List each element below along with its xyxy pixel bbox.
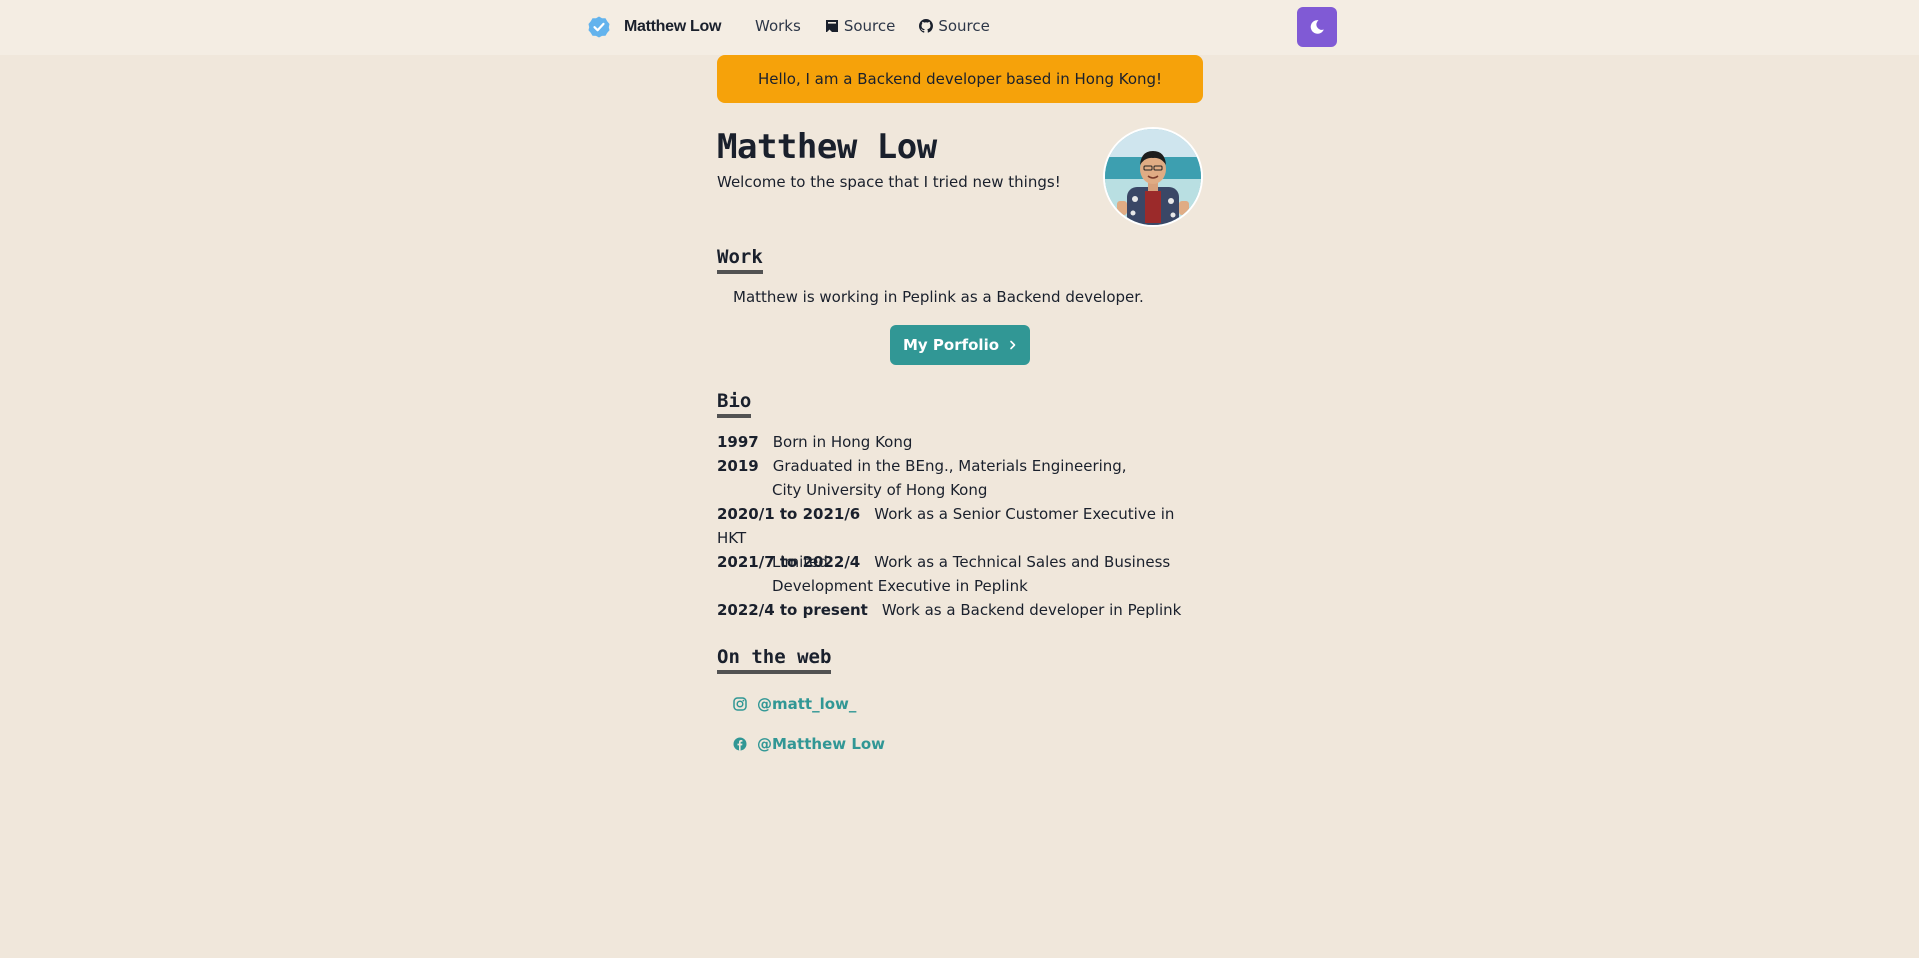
github-icon	[919, 19, 934, 33]
verified-badge-icon	[588, 16, 610, 38]
avatar	[1103, 127, 1203, 227]
bio-entry: 2022/4 to present Work as a Backend devel…	[717, 598, 1203, 622]
portfolio-button-label: My Porfolio	[902, 336, 1000, 354]
bio-entry: 2021/7 to 2022/4 Work as a Technical Sale…	[717, 550, 1203, 598]
portfolio-button[interactable]: My Porfolio	[890, 325, 1030, 365]
page-title: Matthew Low	[717, 127, 937, 167]
bio-text-continued: Development Executive in Peplink	[772, 577, 1028, 595]
navbar: Matthew Low Works Source Source	[0, 0, 1919, 55]
facebook-icon	[733, 737, 747, 751]
brand-logo[interactable]: Matthew Low	[587, 15, 721, 39]
instagram-icon	[733, 697, 747, 711]
brand-name: Matthew Low	[624, 18, 722, 35]
instagram-handle: @matt_low_	[757, 695, 857, 713]
bio-text: Graduated in the BEng., Materials Engine…	[772, 457, 1127, 475]
section-title-bio: Bio	[717, 390, 752, 418]
facebook-link[interactable]: @Matthew Low	[733, 735, 885, 753]
profile-section: Matthew Low Welcome to the space that I …	[717, 55, 1203, 235]
nav-link-github-label: Source	[938, 17, 990, 35]
bio-text: Born in Hong Kong	[772, 433, 913, 451]
bio-year: 2019	[717, 457, 759, 475]
bio-entry: 1997 Born in Hong Kong	[717, 430, 1203, 454]
instagram-link[interactable]: @matt_low_	[733, 695, 856, 713]
profile-photo	[1105, 129, 1201, 225]
bio-year: 2020/1 to 2021/6	[717, 505, 861, 523]
work-description: Matthew is working in Peplink as a Backe…	[733, 288, 1144, 306]
nav-link-source-book[interactable]: Source	[825, 17, 896, 35]
facebook-handle: @Matthew Low	[757, 735, 886, 753]
navbar-inner: Matthew Low Works Source Source	[587, 0, 1337, 55]
section-title-web: On the web	[717, 646, 832, 674]
nav-link-works[interactable]: Works	[755, 17, 801, 35]
bio-year: 1997	[717, 433, 759, 451]
nav-link-source-github[interactable]: Source	[919, 17, 990, 35]
bio-entry: 2019 Graduated in the BEng., Materials En…	[717, 454, 1203, 502]
theme-toggle-button[interactable]	[1297, 7, 1337, 47]
nav-link-works-label: Works	[755, 17, 801, 35]
bio-year: 2021/7 to 2022/4	[717, 553, 861, 571]
chevron-right-icon	[1010, 340, 1016, 350]
section-title-work: Work	[717, 246, 763, 274]
book-icon	[825, 20, 838, 32]
main-content: Hello, I am a Backend developer based in…	[717, 55, 1203, 753]
nav-link-source-label: Source	[843, 17, 896, 35]
moon-icon	[1310, 20, 1324, 34]
tagline: Welcome to the space that I tried new th…	[717, 173, 1061, 191]
bio-text: Work as a Technical Sales and Business	[874, 553, 1171, 571]
bio-text-continued: City University of Hong Kong	[772, 481, 988, 499]
nav-links: Works Source Source	[755, 17, 990, 35]
bio-text: Work as a Backend developer in Peplink	[881, 601, 1182, 619]
bio-year: 2022/4 to present	[717, 601, 868, 619]
